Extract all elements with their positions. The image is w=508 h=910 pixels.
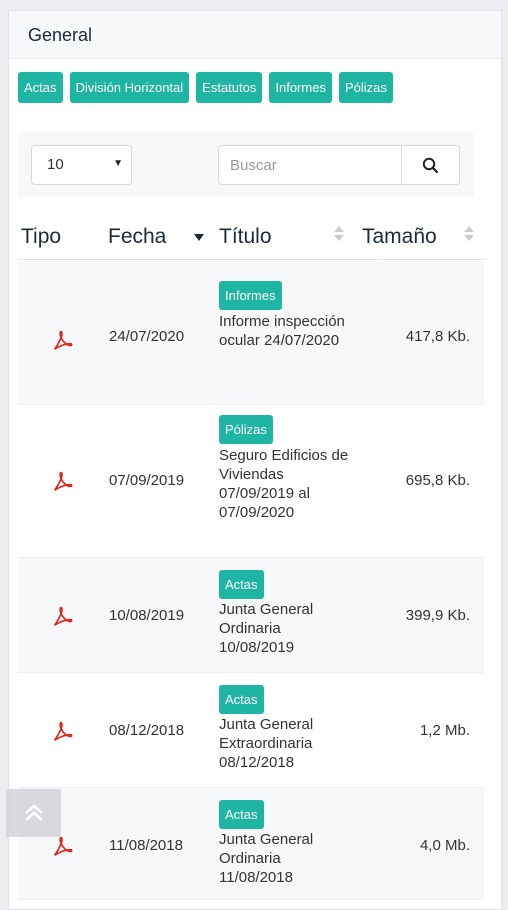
column-titulo[interactable]: Título xyxy=(219,225,272,249)
caret-down-icon: ▼ xyxy=(113,158,123,169)
row-category-badge: Actas xyxy=(219,685,264,714)
category-filters: Actas División Horizontal Estatutos Info… xyxy=(18,72,393,103)
filter-polizas[interactable]: Pólizas xyxy=(338,72,393,103)
pdf-icon[interactable] xyxy=(51,606,73,628)
row-date: 08/12/2018 xyxy=(109,722,185,739)
search-placeholder: Buscar xyxy=(230,157,277,174)
table-header: Tipo Fecha Título Tamaño xyxy=(18,200,484,260)
search-input[interactable]: Buscar xyxy=(218,145,460,185)
sort-icon xyxy=(464,226,474,242)
back-to-top-button[interactable] xyxy=(6,789,61,837)
pdf-icon[interactable] xyxy=(51,721,73,743)
row-title-link[interactable]: Junta General Ordinaria 10/08/2019 xyxy=(219,600,349,657)
row-title-link[interactable]: Junta General Ordinaria 11/08/2018 xyxy=(219,830,349,887)
double-chevron-up-icon xyxy=(24,804,43,821)
row-size: 399,9 Kb. xyxy=(405,607,470,624)
table-row[interactable]: 07/09/2019 Pólizas Seguro Edificios de V… xyxy=(18,405,484,558)
column-tamano[interactable]: Tamaño xyxy=(362,225,437,249)
table-row[interactable]: 11/08/2018 Actas Junta General Ordinaria… xyxy=(18,788,484,900)
table-toolbar: 10 ▼ Buscar xyxy=(18,132,474,197)
sort-desc-icon xyxy=(194,234,204,241)
row-date: 10/08/2019 xyxy=(109,607,185,624)
row-date: 11/08/2018 xyxy=(109,837,183,854)
panel-title: General xyxy=(28,25,93,45)
row-size: 4,0 Mb. xyxy=(419,837,470,854)
filter-actas[interactable]: Actas xyxy=(18,72,63,103)
page-size-select[interactable]: 10 ▼ xyxy=(31,145,132,185)
row-category-badge: Informes xyxy=(219,281,282,310)
table-row[interactable]: 24/07/2020 Informes Informe inspección o… xyxy=(18,261,484,405)
filter-informes[interactable]: Informes xyxy=(269,72,332,103)
table-row[interactable]: 10/08/2019 Actas Junta General Ordinaria… xyxy=(18,558,484,673)
row-date: 24/07/2020 xyxy=(109,328,185,345)
pdf-icon[interactable] xyxy=(51,836,73,858)
row-date: 07/09/2019 xyxy=(109,472,185,489)
sort-icon xyxy=(334,226,344,242)
row-title-link[interactable]: Junta General Extraordinaria 08/12/2018 xyxy=(219,715,349,772)
filter-estatutos[interactable]: Estatutos xyxy=(196,72,263,103)
row-title-link[interactable]: Seguro Edificios de Viviendas 07/09/2019… xyxy=(219,446,349,522)
row-category-badge: Pólizas xyxy=(219,415,273,444)
pdf-icon[interactable] xyxy=(51,330,73,352)
search-button[interactable] xyxy=(401,146,459,184)
row-category-badge: Actas xyxy=(219,570,264,599)
filter-division-horizontal[interactable]: División Horizontal xyxy=(69,72,190,103)
row-title-link[interactable]: Informe inspección ocular 24/07/2020 xyxy=(219,312,349,350)
page-size-value: 10 xyxy=(47,156,64,173)
table-row[interactable]: 08/12/2018 Actas Junta General Extraordi… xyxy=(18,673,484,788)
panel-header: General xyxy=(9,11,501,59)
column-fecha[interactable]: Fecha xyxy=(108,225,166,249)
row-size: 417,8 Kb. xyxy=(405,328,470,345)
search-icon xyxy=(422,157,439,173)
pdf-icon[interactable] xyxy=(51,471,73,493)
row-category-badge: Actas xyxy=(219,800,264,829)
row-size: 1,2 Mb. xyxy=(419,722,470,739)
column-tipo[interactable]: Tipo xyxy=(21,225,61,249)
row-size: 695,8 Kb. xyxy=(405,472,470,489)
